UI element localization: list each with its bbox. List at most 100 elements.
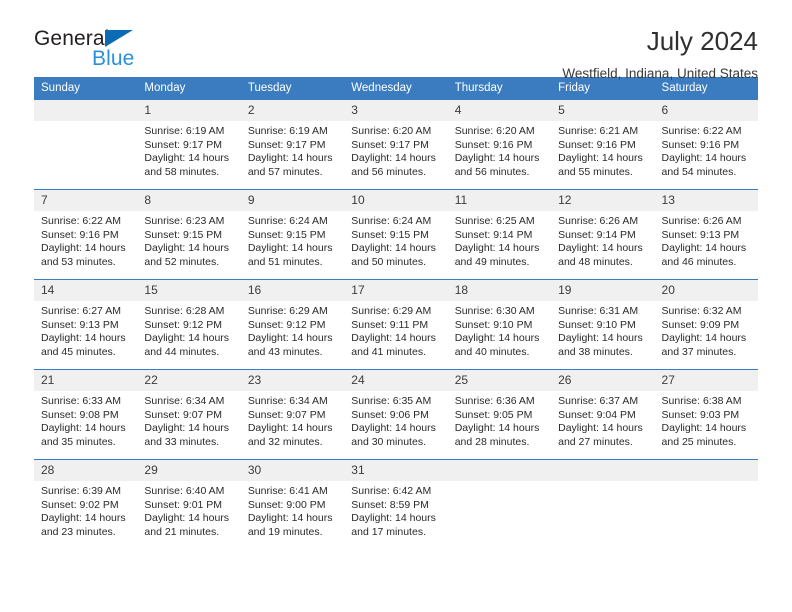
daylight-text-line1: Daylight: 14 hours xyxy=(558,152,643,165)
calendar-day-cell[interactable]: 13 Sunrise: 6:26 AM Sunset: 9:13 PM Dayligh… xyxy=(654,189,758,280)
day-cell-content: 14 Sunrise: 6:27 AM Sunset: 9:13 PM Dayligh… xyxy=(34,280,138,369)
day-number: 12 xyxy=(551,190,655,211)
day-number: 8 xyxy=(137,190,241,211)
day-cell-content: 22 Sunrise: 6:34 AM Sunset: 9:07 PM Dayligh… xyxy=(137,370,241,459)
day-number: 11 xyxy=(447,190,552,211)
day-number: 27 xyxy=(654,370,758,391)
calendar-day-cell[interactable]: 11 Sunrise: 6:25 AM Sunset: 9:14 PM Dayligh… xyxy=(447,189,552,280)
sunrise-text: Sunrise: 6:42 AM xyxy=(351,485,432,497)
sunset-text: Sunset: 9:08 PM xyxy=(41,408,119,421)
sunrise-text: Sunrise: 6:39 AM xyxy=(41,485,121,497)
calendar-day-cell[interactable]: 17 Sunrise: 6:29 AM Sunset: 9:11 PM Dayligh… xyxy=(344,279,448,370)
calendar-day-cell[interactable]: 28 Sunrise: 6:39 AM Sunset: 9:02 PM Dayligh… xyxy=(34,459,138,549)
calendar-day-cell[interactable]: 19 Sunrise: 6:31 AM Sunset: 9:10 PM Dayligh… xyxy=(551,279,655,370)
calendar-day-cell[interactable]: 5 Sunrise: 6:21 AM Sunset: 9:16 PM Daylight… xyxy=(551,99,655,190)
daylight-text-line2: and 54 minutes. xyxy=(661,165,737,178)
calendar-day-cell[interactable]: 14 Sunrise: 6:27 AM Sunset: 9:13 PM Dayligh… xyxy=(34,279,138,370)
daylight-text-line1: Daylight: 14 hours xyxy=(661,152,747,165)
day-cell-content: 6 Sunrise: 6:22 AM Sunset: 9:16 PM Daylight… xyxy=(654,100,758,189)
day-number: 29 xyxy=(137,460,241,481)
daylight-text-line1: Daylight: 14 hours xyxy=(661,332,747,345)
day-info: Sunrise: 6:36 AM Sunset: 9:05 PM Daylight:… xyxy=(448,391,551,449)
calendar-day-cell[interactable]: 20 Sunrise: 6:32 AM Sunset: 9:09 PM Dayligh… xyxy=(654,279,758,370)
calendar-day-cell[interactable]: 18 Sunrise: 6:30 AM Sunset: 9:10 PM Dayligh… xyxy=(447,279,552,370)
day-info xyxy=(551,481,654,485)
daylight-text-line2: and 56 minutes. xyxy=(454,165,530,178)
calendar-day-cell[interactable]: 29 Sunrise: 6:40 AM Sunset: 9:01 PM Dayligh… xyxy=(137,459,241,549)
weekday-header-thursday: Thursday xyxy=(447,77,552,100)
calendar-day-cell[interactable]: 6 Sunrise: 6:22 AM Sunset: 9:16 PM Daylight… xyxy=(654,99,758,190)
day-number: 24 xyxy=(344,370,448,391)
day-info: Sunrise: 6:22 AM Sunset: 9:16 PM Daylight:… xyxy=(34,211,137,269)
calendar-day-cell[interactable]: 10 Sunrise: 6:24 AM Sunset: 9:15 PM Dayligh… xyxy=(344,189,448,280)
calendar-day-cell[interactable]: 4 Sunrise: 6:20 AM Sunset: 9:16 PM Daylight… xyxy=(447,99,552,190)
sunset-text: Sunset: 9:01 PM xyxy=(144,498,223,511)
day-cell-content: 12 Sunrise: 6:26 AM Sunset: 9:14 PM Dayligh… xyxy=(551,190,655,279)
sunrise-text: Sunrise: 6:27 AM xyxy=(41,305,121,317)
calendar-day-cell[interactable]: 23 Sunrise: 6:34 AM Sunset: 9:07 PM Dayligh… xyxy=(240,369,345,460)
sunset-text: Sunset: 9:15 PM xyxy=(351,228,429,241)
sunrise-text: Sunrise: 6:34 AM xyxy=(144,395,225,407)
calendar-day-cell[interactable]: 3 Sunrise: 6:20 AM Sunset: 9:17 PM Daylight… xyxy=(344,99,448,190)
calendar-day-cell[interactable]: 16 Sunrise: 6:29 AM Sunset: 9:12 PM Dayligh… xyxy=(240,279,345,370)
calendar-day-cell[interactable]: 22 Sunrise: 6:34 AM Sunset: 9:07 PM Dayligh… xyxy=(137,369,241,460)
sunrise-text: Sunrise: 6:25 AM xyxy=(454,215,535,227)
weekday-header-sunday: Sunday xyxy=(34,77,138,100)
daylight-text-line2: and 51 minutes. xyxy=(247,255,323,268)
sunrise-text: Sunrise: 6:19 AM xyxy=(144,125,225,137)
calendar-day-cell[interactable]: 9 Sunrise: 6:24 AM Sunset: 9:15 PM Daylight… xyxy=(240,189,345,280)
calendar-day-cell[interactable]: 21 Sunrise: 6:33 AM Sunset: 9:08 PM Dayligh… xyxy=(34,369,138,460)
day-cell-content: 23 Sunrise: 6:34 AM Sunset: 9:07 PM Dayligh… xyxy=(240,370,345,459)
calendar-day-cell[interactable]: 25 Sunrise: 6:36 AM Sunset: 9:05 PM Dayligh… xyxy=(447,369,552,460)
day-number: 9 xyxy=(240,190,345,211)
day-info: Sunrise: 6:35 AM Sunset: 9:06 PM Daylight:… xyxy=(344,391,447,449)
sunset-text: Sunset: 9:14 PM xyxy=(558,228,636,241)
day-info: Sunrise: 6:26 AM Sunset: 9:13 PM Daylight:… xyxy=(655,211,758,269)
day-cell-content: 18 Sunrise: 6:30 AM Sunset: 9:10 PM Dayligh… xyxy=(447,280,552,369)
calendar-day-cell[interactable]: 30 Sunrise: 6:41 AM Sunset: 9:00 PM Dayligh… xyxy=(240,459,345,549)
sunrise-text: Sunrise: 6:19 AM xyxy=(247,125,328,137)
calendar-day-cell[interactable]: 2 Sunrise: 6:19 AM Sunset: 9:17 PM Daylight… xyxy=(240,99,345,190)
calendar-day-cell[interactable]: 24 Sunrise: 6:35 AM Sunset: 9:06 PM Dayligh… xyxy=(344,369,448,460)
sunset-text: Sunset: 9:15 PM xyxy=(144,228,223,241)
sunset-text: Sunset: 9:04 PM xyxy=(558,408,636,421)
day-cell-content: 20 Sunrise: 6:32 AM Sunset: 9:09 PM Dayligh… xyxy=(654,280,758,369)
sunset-text: Sunset: 9:16 PM xyxy=(454,138,533,151)
sunrise-text: Sunrise: 6:35 AM xyxy=(351,395,432,407)
daylight-text-line1: Daylight: 14 hours xyxy=(144,242,230,255)
day-number: 6 xyxy=(654,100,758,121)
calendar-day-cell[interactable]: 15 Sunrise: 6:28 AM Sunset: 9:12 PM Dayligh… xyxy=(137,279,241,370)
sunset-text: Sunset: 9:07 PM xyxy=(247,408,326,421)
sunset-text: Sunset: 9:14 PM xyxy=(454,228,533,241)
calendar-day-cell[interactable]: 26 Sunrise: 6:37 AM Sunset: 9:04 PM Dayligh… xyxy=(551,369,655,460)
sunrise-text: Sunrise: 6:28 AM xyxy=(144,305,225,317)
daylight-text-line2: and 30 minutes. xyxy=(351,435,426,448)
sunset-text: Sunset: 9:15 PM xyxy=(247,228,326,241)
page-title: July 2024 xyxy=(646,26,758,56)
day-number: 7 xyxy=(34,190,138,211)
sunrise-text: Sunrise: 6:22 AM xyxy=(661,125,742,137)
day-cell-content xyxy=(34,100,138,189)
title-block: July 2024 Westfield, Indiana, United Sta… xyxy=(562,26,758,82)
calendar-day-cell xyxy=(551,459,655,549)
sunrise-text: Sunrise: 6:36 AM xyxy=(454,395,535,407)
day-info: Sunrise: 6:33 AM Sunset: 9:08 PM Daylight:… xyxy=(34,391,137,449)
general-blue-logo[interactable]: General Blue xyxy=(34,26,164,74)
daylight-text-line2: and 53 minutes. xyxy=(41,255,116,268)
daylight-text-line1: Daylight: 14 hours xyxy=(144,152,230,165)
calendar-day-cell[interactable]: 31 Sunrise: 6:42 AM Sunset: 8:59 PM Dayligh… xyxy=(344,459,448,549)
day-info xyxy=(655,481,758,485)
day-number: 31 xyxy=(344,460,448,481)
sunrise-text: Sunrise: 6:34 AM xyxy=(247,395,328,407)
day-info: Sunrise: 6:19 AM Sunset: 9:17 PM Daylight:… xyxy=(241,121,344,179)
calendar-day-cell[interactable]: 12 Sunrise: 6:26 AM Sunset: 9:14 PM Dayligh… xyxy=(551,189,655,280)
logo-text-general: General xyxy=(34,27,110,50)
calendar-day-cell[interactable]: 27 Sunrise: 6:38 AM Sunset: 9:03 PM Dayligh… xyxy=(654,369,758,460)
calendar-day-cell[interactable]: 8 Sunrise: 6:23 AM Sunset: 9:15 PM Daylight… xyxy=(137,189,241,280)
calendar-day-cell[interactable]: 7 Sunrise: 6:22 AM Sunset: 9:16 PM Daylight… xyxy=(34,189,138,280)
day-info: Sunrise: 6:32 AM Sunset: 9:09 PM Daylight:… xyxy=(655,301,758,359)
sunrise-text: Sunrise: 6:24 AM xyxy=(351,215,432,227)
calendar-day-cell[interactable]: 1 Sunrise: 6:19 AM Sunset: 9:17 PM Daylight… xyxy=(137,99,241,190)
weekday-header-monday: Monday xyxy=(137,77,241,100)
sunrise-sunset-calendar: Sunday Monday Tuesday Wednesday Thursday… xyxy=(34,77,758,549)
